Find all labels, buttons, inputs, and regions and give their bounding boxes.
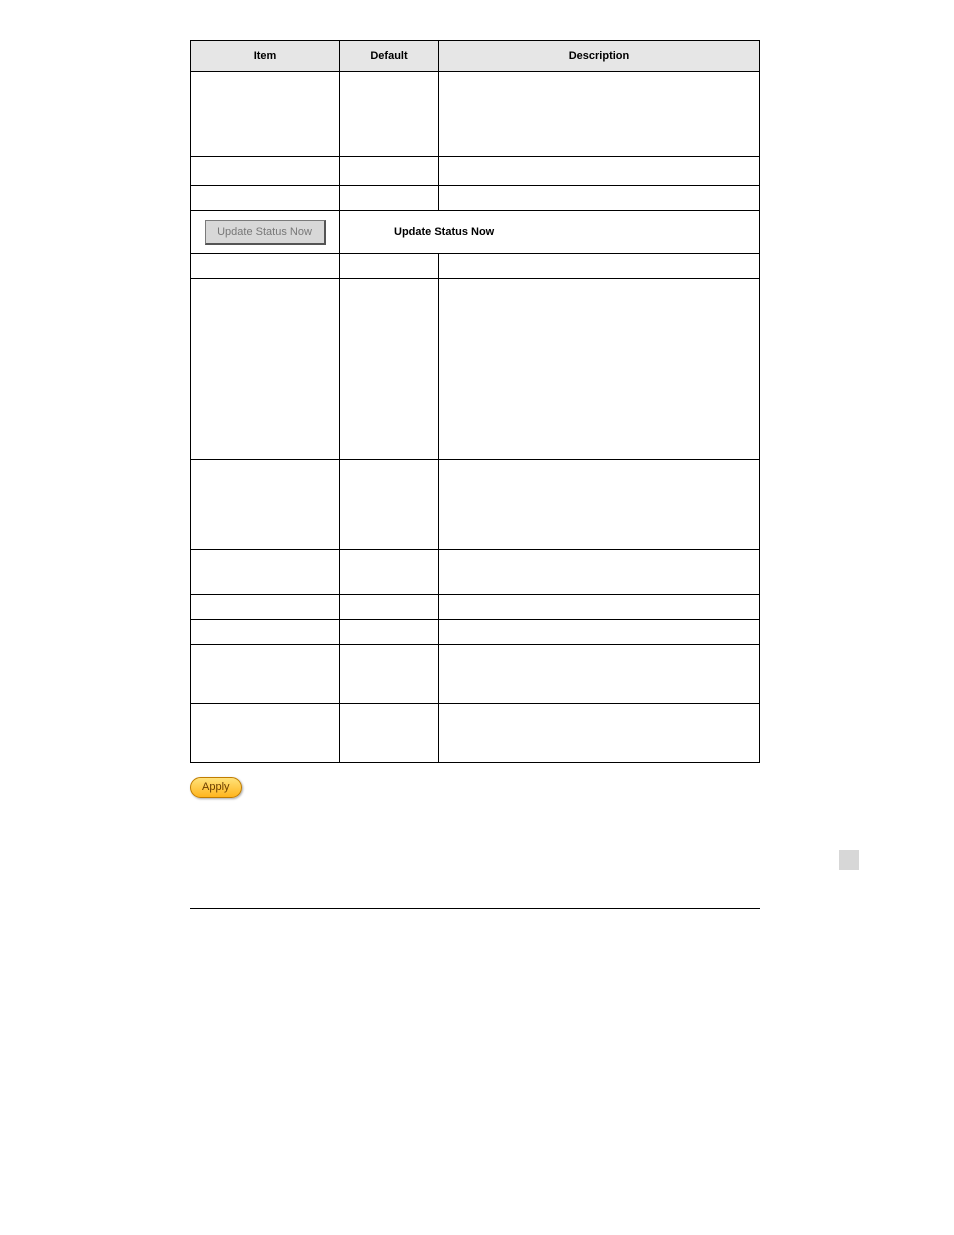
cell-item — [191, 279, 340, 460]
cell-description — [439, 620, 760, 645]
cell-item — [191, 550, 340, 595]
cell-description — [439, 186, 760, 211]
table-row — [191, 645, 760, 704]
table-row — [191, 595, 760, 620]
cell-description — [439, 550, 760, 595]
cell-default — [340, 72, 439, 157]
cell-description — [439, 595, 760, 620]
cell-item — [191, 157, 340, 186]
cell-item — [191, 595, 340, 620]
cell-default — [340, 550, 439, 595]
cell-description — [439, 157, 760, 186]
cell-default — [340, 279, 439, 460]
table-row: Update Status Now Update Status Now — [191, 211, 760, 254]
cell-item — [191, 254, 340, 279]
table-header-row: Item Default Description — [191, 41, 760, 72]
cell-default — [340, 157, 439, 186]
cell-item — [191, 72, 340, 157]
cell-default — [340, 460, 439, 550]
cell-description — [439, 72, 760, 157]
page-number-block — [839, 850, 859, 870]
cell-item — [191, 460, 340, 550]
cell-item: Update Status Now — [191, 211, 340, 254]
table-row — [191, 157, 760, 186]
table-row — [191, 460, 760, 550]
update-status-now-button[interactable]: Update Status Now — [205, 220, 326, 245]
cell-default — [340, 186, 439, 211]
table-row — [191, 186, 760, 211]
cell-item — [191, 186, 340, 211]
cell-description — [439, 460, 760, 550]
table-row — [191, 620, 760, 645]
cell-item — [191, 620, 340, 645]
table-row — [191, 72, 760, 157]
header-item: Item — [191, 41, 340, 72]
cell-default — [340, 620, 439, 645]
table-row — [191, 704, 760, 763]
cell-default — [340, 595, 439, 620]
cell-default — [340, 704, 439, 763]
cell-description — [439, 704, 760, 763]
cell-default — [340, 645, 439, 704]
header-default: Default — [340, 41, 439, 72]
table-row — [191, 550, 760, 595]
apply-button[interactable]: Apply — [190, 777, 242, 798]
cell-item — [191, 704, 340, 763]
header-description: Description — [439, 41, 760, 72]
settings-table: Item Default Description Update Status N… — [190, 40, 760, 763]
cell-description — [439, 279, 760, 460]
cell-default — [340, 254, 439, 279]
table-row — [191, 279, 760, 460]
cell-merged: Update Status Now — [340, 211, 760, 254]
cell-description — [439, 645, 760, 704]
cell-description — [439, 254, 760, 279]
table-row — [191, 254, 760, 279]
divider — [190, 908, 760, 909]
cell-item — [191, 645, 340, 704]
